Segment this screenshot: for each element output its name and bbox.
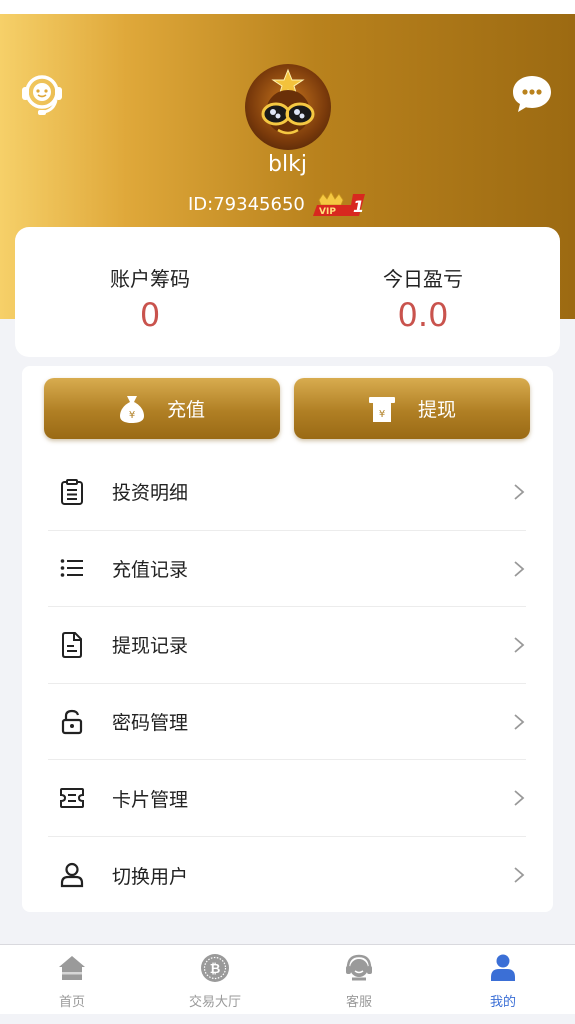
bitcoin-icon: ₿	[201, 954, 229, 982]
today-pnl-label: 今日盈亏	[383, 267, 463, 291]
menu-item-password-management[interactable]: 密码管理	[48, 684, 526, 761]
chevron-right-icon	[514, 484, 525, 500]
account-chips-label: 账户筹码	[110, 267, 190, 291]
user-id-row: ID:79345650 VIP 1	[188, 191, 373, 217]
user-icon	[60, 863, 84, 888]
today-pnl-value: 0.0	[397, 296, 449, 334]
menu-item-withdraw-records[interactable]: 提现记录	[48, 607, 526, 684]
tab-label: 交易大厅	[188, 995, 241, 1010]
list-icon	[60, 559, 83, 578]
chevron-right-icon	[514, 637, 525, 653]
ticket-icon	[60, 788, 84, 809]
chevron-right-icon	[514, 714, 525, 730]
avatar-image	[261, 68, 315, 135]
menu-item-switch-user[interactable]: 切换用户	[48, 837, 526, 914]
menu-item-label: 投资明细	[112, 482, 189, 505]
account-chips-stat: 账户筹码 0	[50, 263, 250, 334]
menu-item-label: 密码管理	[112, 712, 189, 735]
menu-item-card-management[interactable]: 卡片管理	[48, 760, 526, 837]
status-bar	[0, 0, 575, 14]
withdraw-label: 提现	[417, 399, 456, 421]
menu-item-label: 卡片管理	[112, 788, 189, 811]
recharge-button[interactable]: ¥ 充值	[44, 378, 280, 439]
tab-label: 首页	[58, 995, 85, 1010]
file-icon	[62, 631, 82, 658]
tab-label: 我的	[489, 995, 516, 1010]
chevron-right-icon	[514, 560, 525, 577]
money-bag-icon: ¥	[119, 395, 144, 423]
menu-item-label: 提现记录	[112, 635, 189, 658]
chevron-right-icon	[514, 790, 525, 807]
customer-service-icon[interactable]	[18, 70, 66, 118]
profile-icon	[491, 954, 515, 981]
user-id: ID:79345650	[188, 193, 305, 215]
vip-level: 1	[353, 197, 364, 216]
username: blkj	[268, 152, 307, 177]
support-icon	[346, 954, 372, 981]
menu-item-label: 充值记录	[112, 558, 189, 581]
message-icon[interactable]	[510, 72, 554, 116]
lock-icon	[61, 709, 83, 734]
bottom-tab-bar: 首页 ₿ 交易大厅 客服 我的	[0, 944, 575, 1014]
chevron-right-icon	[514, 867, 525, 883]
account-stats-card: 账户筹码 0 今日盈亏 0.0	[15, 227, 560, 357]
menu-item-investment-details[interactable]: 投资明细	[48, 454, 526, 531]
menu-list: 投资明细 充值记录 提现记录 密码管理 卡片管理 切换用户	[48, 454, 526, 914]
document-list-icon	[61, 478, 83, 505]
tab-customer-service[interactable]: 客服	[299, 953, 419, 1010]
tab-label: 客服	[345, 995, 372, 1010]
menu-item-label: 切换用户	[112, 865, 189, 888]
withdraw-button[interactable]: ¥ 提现	[294, 378, 530, 439]
home-indicator-area	[0, 1014, 575, 1024]
menu-item-recharge-records[interactable]: 充值记录	[48, 531, 526, 608]
avatar[interactable]	[245, 64, 331, 150]
vip-text: VIP	[319, 207, 336, 217]
vip-badge-icon: VIP 1	[312, 191, 365, 217]
account-chips-value: 0	[139, 296, 161, 334]
tab-mine[interactable]: 我的	[443, 953, 563, 1010]
home-icon	[59, 956, 85, 980]
svg-text:¥: ¥	[379, 409, 385, 420]
today-pnl-stat: 今日盈亏 0.0	[323, 263, 523, 334]
tab-trading-hall[interactable]: ₿ 交易大厅	[155, 953, 275, 1010]
svg-text:₿: ₿	[210, 962, 221, 977]
svg-text:¥: ¥	[129, 410, 135, 421]
atm-icon: ¥	[368, 396, 395, 422]
tab-home[interactable]: 首页	[12, 953, 132, 1010]
recharge-label: 充值	[166, 399, 205, 421]
menu-card: ¥ 充值 ¥ 提现 投资明细 充值记录 提现记录 密码管理 卡片管理 切换用户	[22, 366, 553, 912]
